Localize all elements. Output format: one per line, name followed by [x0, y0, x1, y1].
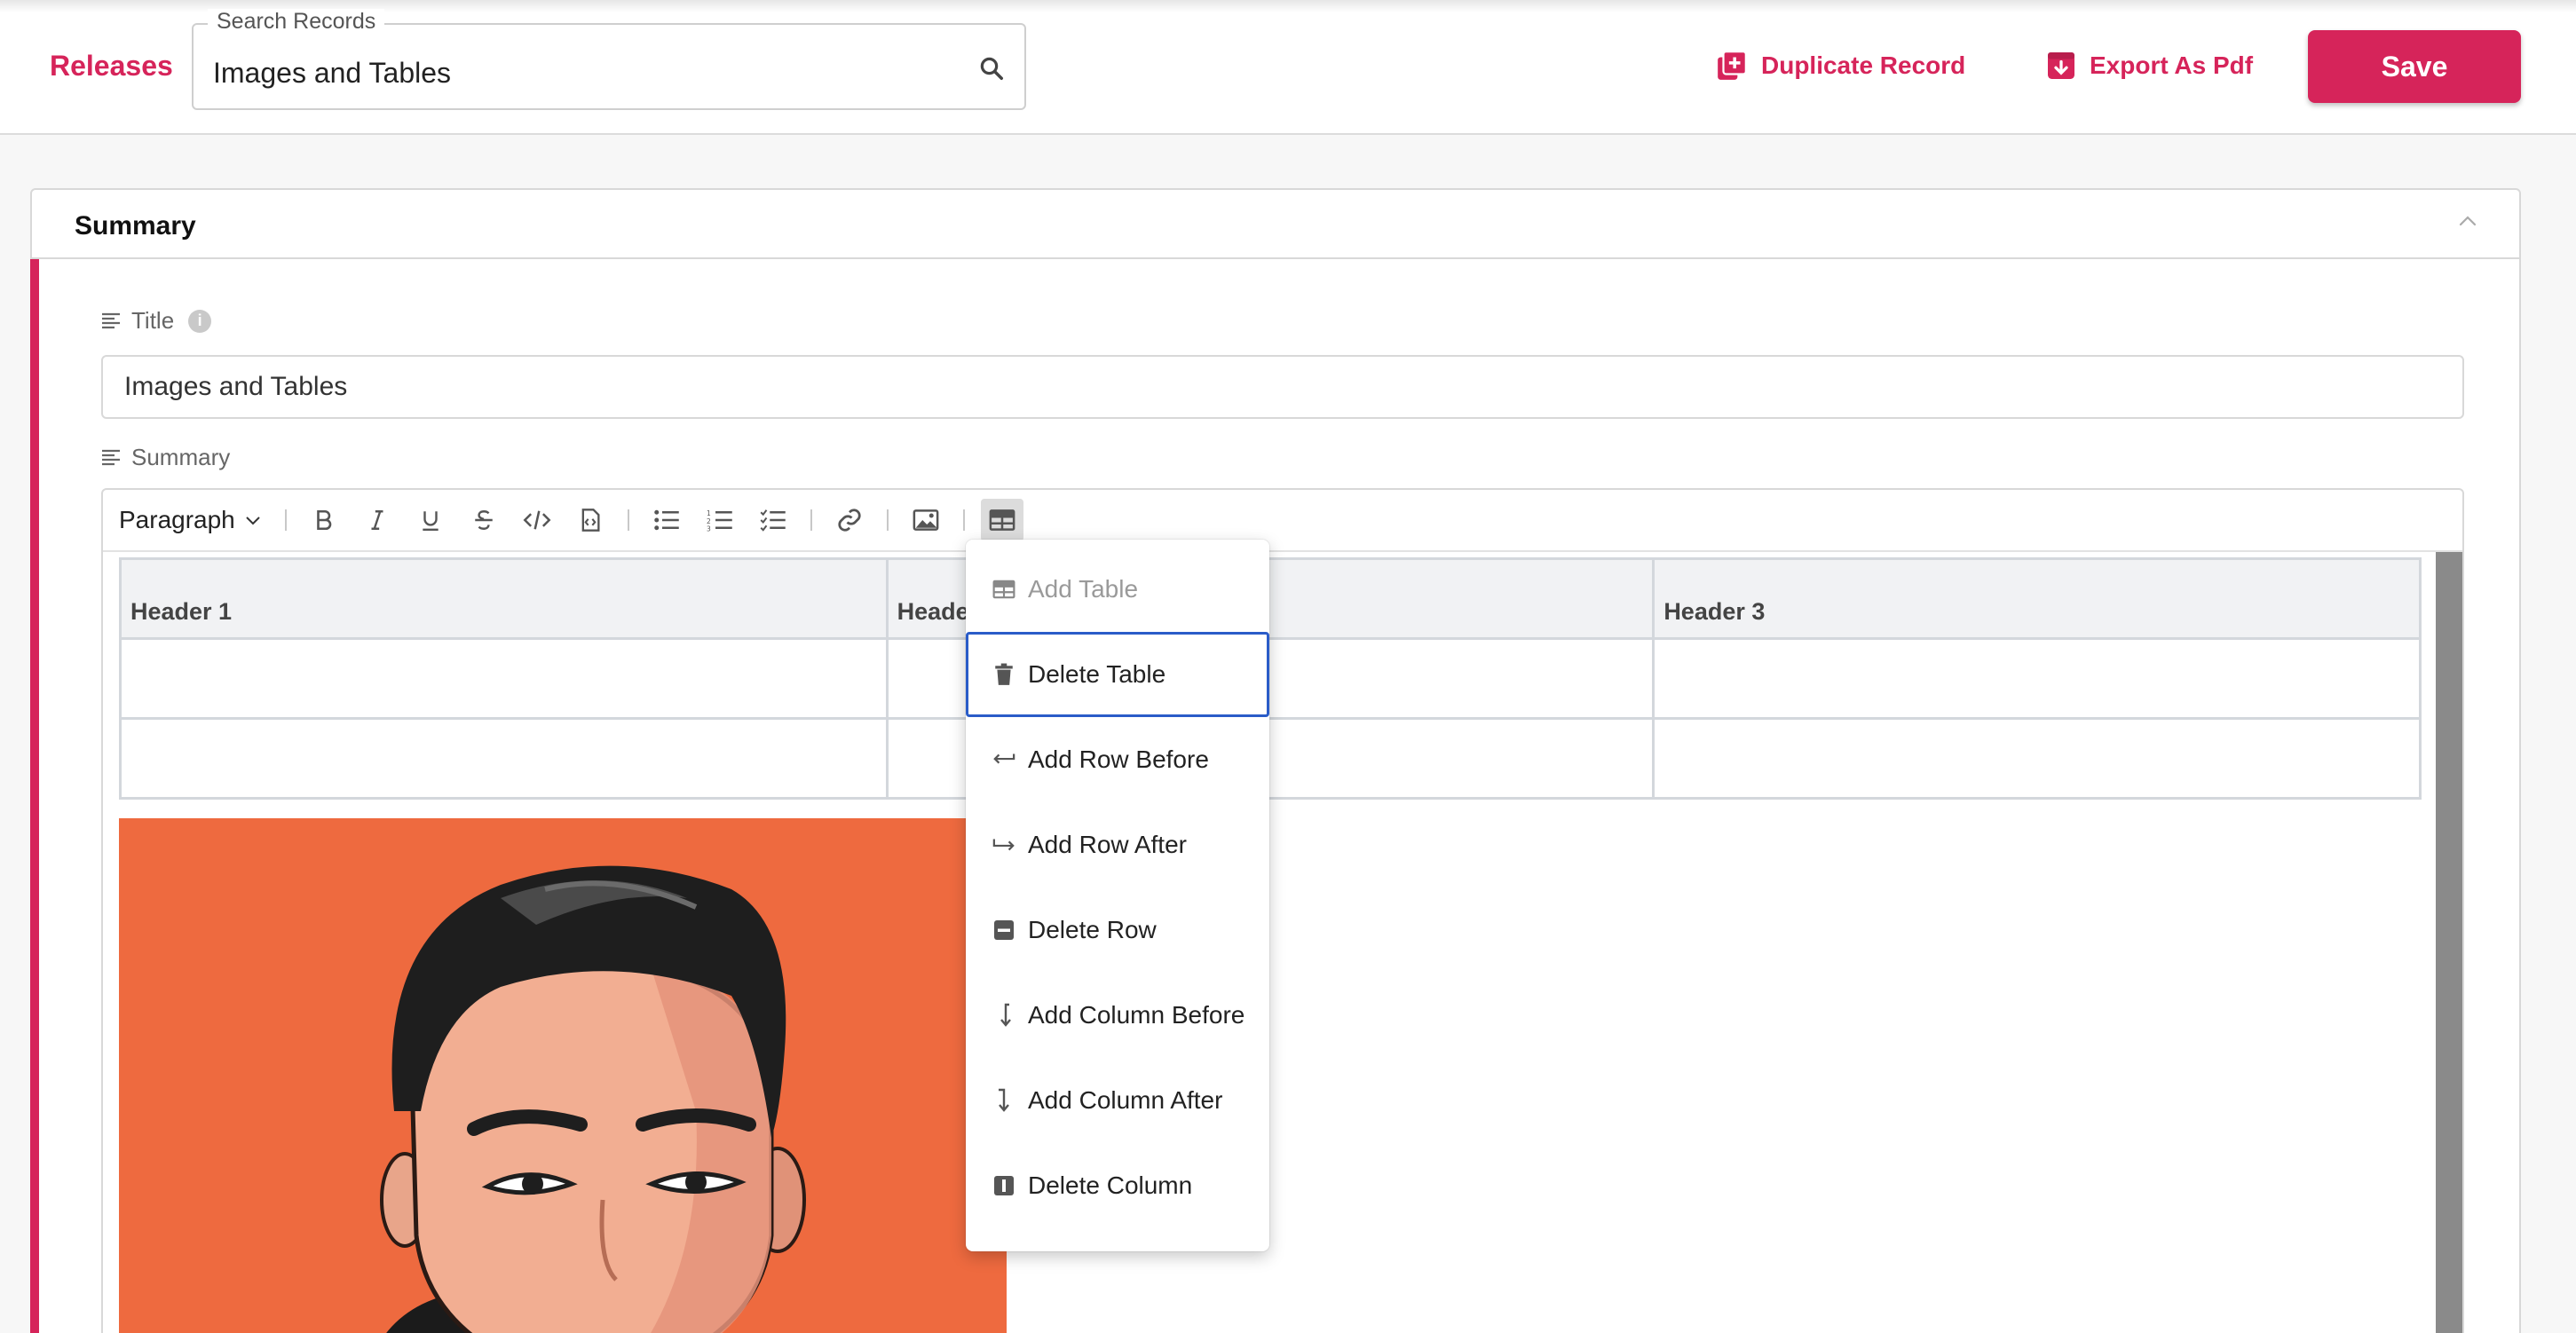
- editor-scrollbar[interactable]: [2436, 552, 2462, 1333]
- menu-item-delete-table[interactable]: Delete Table: [966, 632, 1269, 717]
- summary-card: Summary Title i Summary Paragraph: [30, 188, 2521, 1333]
- table-cell[interactable]: [119, 637, 889, 720]
- summary-label: Summary: [131, 444, 231, 470]
- table-options-menu: Add Table Delete Table Add Row Before Ad…: [966, 540, 1269, 1251]
- table-header-cell[interactable]: Header 3: [1652, 557, 2422, 640]
- brand-link[interactable]: Releases: [50, 50, 173, 83]
- arrow-down-left-icon: [992, 1003, 1015, 1028]
- save-button[interactable]: Save: [2308, 30, 2521, 103]
- table-row: [119, 717, 2422, 800]
- code-button[interactable]: [516, 499, 558, 541]
- top-shadow: [0, 0, 2576, 12]
- arrow-return-right-icon: [992, 836, 1015, 854]
- menu-item-label: Add Row After: [1028, 831, 1187, 858]
- image-button[interactable]: [905, 499, 947, 541]
- title-label: Title: [131, 307, 175, 334]
- archive-download-icon: [2045, 50, 2077, 82]
- underline-button[interactable]: [409, 499, 452, 541]
- menu-item-add-column-before[interactable]: Add Column Before: [966, 973, 1269, 1058]
- export-pdf-label: Export As Pdf: [2090, 51, 2254, 79]
- table-header-cell[interactable]: Header 1: [119, 557, 889, 640]
- menu-item-label: Add Table: [1028, 575, 1139, 603]
- align-left-icon: [99, 447, 122, 469]
- rich-text-editor: Paragraph 1 2 3 Header 1 Header 2 Header…: [101, 488, 2464, 1333]
- duplicate-icon: [1715, 49, 1749, 83]
- bold-button[interactable]: [303, 499, 345, 541]
- duplicate-record-button[interactable]: Duplicate Record: [1715, 46, 1965, 85]
- info-icon[interactable]: i: [188, 309, 212, 333]
- toolbar-separator: [962, 509, 965, 531]
- minus-square-icon: [992, 919, 1015, 941]
- summary-card-header[interactable]: Summary: [32, 190, 2519, 259]
- table-row: [119, 637, 2422, 720]
- arrow-return-left-icon: [992, 751, 1015, 769]
- table-cell[interactable]: [1652, 717, 2422, 800]
- italic-button[interactable]: [356, 499, 399, 541]
- bulleted-list-button[interactable]: [645, 499, 688, 541]
- title-field-label: Title i: [99, 307, 212, 335]
- menu-item-add-row-before[interactable]: Add Row Before: [966, 717, 1269, 802]
- toolbar-separator: [886, 509, 889, 531]
- toolbar-separator: [284, 509, 287, 531]
- content-table: Header 1 Header 2 Header 3: [119, 557, 2422, 800]
- search-input[interactable]: [213, 55, 941, 91]
- toolbar-separator: [810, 509, 812, 531]
- trash-icon: [992, 663, 1015, 686]
- table-header-row: Header 1 Header 2 Header 3: [119, 557, 2422, 640]
- arrow-down-right-icon: [992, 1088, 1015, 1113]
- svg-text:3: 3: [707, 525, 711, 532]
- menu-item-label: Add Column After: [1028, 1086, 1223, 1114]
- summary-card-title: Summary: [75, 211, 196, 241]
- chevron-up-icon[interactable]: [2455, 211, 2480, 233]
- link-button[interactable]: [828, 499, 871, 541]
- menu-item-delete-row[interactable]: Delete Row: [966, 887, 1269, 973]
- numbered-list-button[interactable]: 123: [699, 499, 741, 541]
- toolbar-separator: [627, 509, 629, 531]
- duplicate-record-label: Duplicate Record: [1761, 51, 1966, 79]
- menu-item-add-column-after[interactable]: Add Column After: [966, 1058, 1269, 1143]
- top-bar: Releases Search Records Duplicate Record…: [0, 0, 2576, 135]
- table-cell[interactable]: [1652, 637, 2422, 720]
- title-input[interactable]: [101, 355, 2464, 419]
- svg-text:2: 2: [707, 517, 711, 525]
- search-records-box[interactable]: Search Records: [192, 9, 1026, 110]
- column-square-icon: [992, 1175, 1015, 1196]
- svg-text:1: 1: [707, 509, 711, 517]
- paragraph-label: Paragraph: [119, 506, 235, 533]
- menu-item-add-row-after[interactable]: Add Row After: [966, 802, 1269, 887]
- search-icon[interactable]: [978, 55, 1005, 82]
- align-left-icon: [99, 311, 122, 332]
- menu-item-label: Add Row Before: [1028, 745, 1209, 773]
- editor-toolbar: Paragraph 1 2 3: [103, 490, 2462, 552]
- code-block-button[interactable]: [569, 499, 612, 541]
- menu-item-label: Add Column Before: [1028, 1001, 1245, 1029]
- summary-field-label: Summary: [99, 444, 230, 471]
- export-pdf-button[interactable]: Export As Pdf: [2045, 46, 2253, 85]
- table-cell[interactable]: [119, 717, 889, 800]
- chevron-down-icon: [244, 514, 262, 526]
- table-icon: [992, 579, 1015, 600]
- accent-bar: [30, 259, 39, 1333]
- menu-item-label: Delete Column: [1028, 1171, 1193, 1199]
- strikethrough-button[interactable]: [462, 499, 505, 541]
- menu-item-delete-column[interactable]: Delete Column: [966, 1143, 1269, 1228]
- portrait-image[interactable]: [119, 818, 1007, 1333]
- checklist-button[interactable]: [752, 499, 794, 541]
- editor-content[interactable]: Header 1 Header 2 Header 3: [103, 552, 2462, 1333]
- menu-item-label: Delete Table: [1028, 660, 1166, 688]
- table-button[interactable]: [980, 499, 1023, 541]
- menu-item-add-table[interactable]: Add Table: [966, 547, 1269, 632]
- paragraph-dropdown[interactable]: Paragraph: [119, 499, 274, 541]
- search-legend: Search Records: [208, 9, 385, 35]
- menu-item-label: Delete Row: [1028, 916, 1157, 943]
